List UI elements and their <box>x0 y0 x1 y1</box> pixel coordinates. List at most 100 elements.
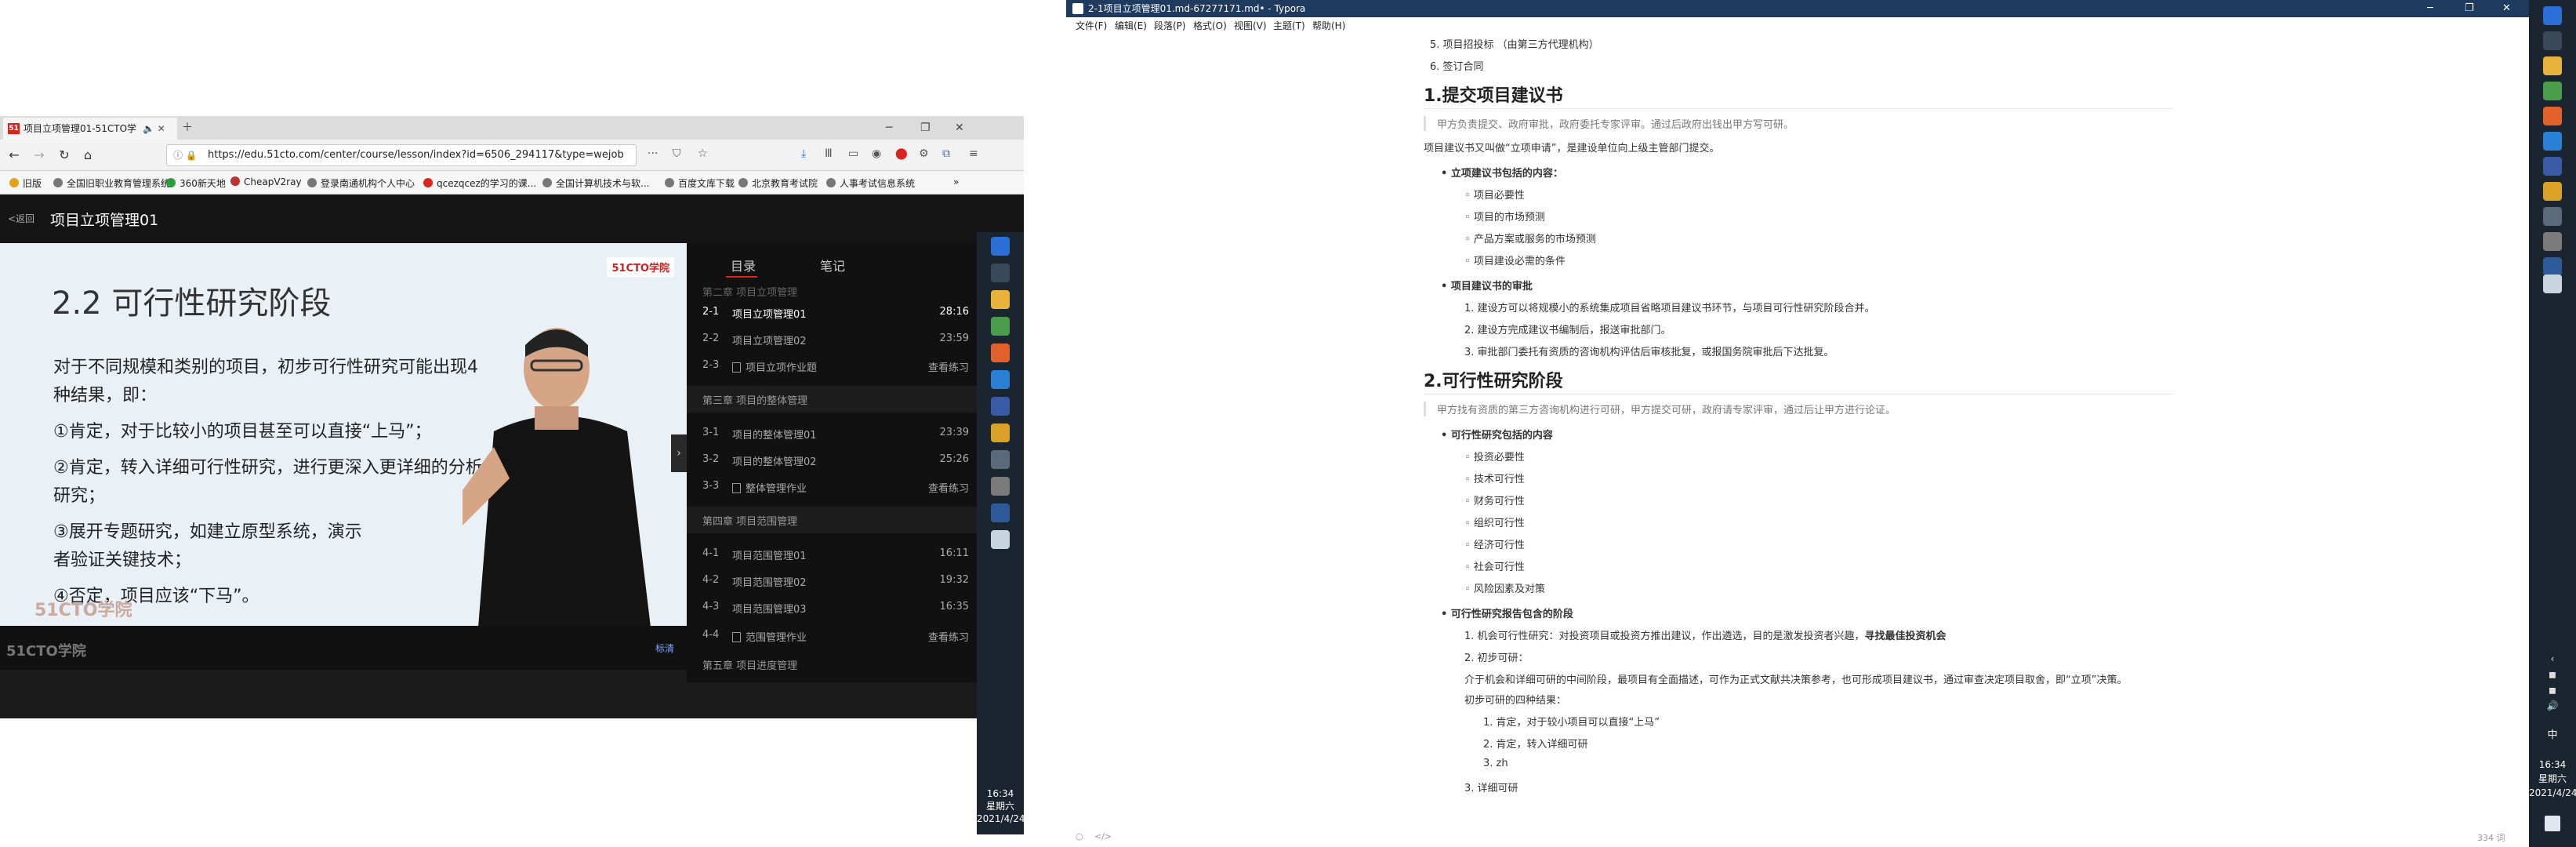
page-actions-icon[interactable]: ··· <box>648 147 658 160</box>
app-icon[interactable] <box>991 450 1010 469</box>
app-icon[interactable] <box>991 477 1010 496</box>
restore-icon[interactable]: ❐ <box>2465 0 2474 17</box>
lesson-row[interactable]: 4-2 项目范围管理02 19:32 <box>702 569 969 593</box>
minimize-icon[interactable]: ─ <box>2427 0 2433 17</box>
forward-icon[interactable]: → <box>30 146 49 165</box>
bookmark-item[interactable]: 百度文库下载 <box>665 176 735 190</box>
bookmark-item[interactable]: qcezqcez的学习的课... <box>423 176 536 190</box>
lesson-row[interactable]: 4-1 项目范围管理01 16:11 <box>702 543 969 566</box>
quality-button[interactable]: 标清 <box>655 642 674 655</box>
back-link[interactable]: <返回 <box>8 212 34 225</box>
window-title: 2-1项目立项管理01.md-67277171.md• - Typora <box>1088 3 1306 14</box>
exercise-row[interactable]: 4-4 范围管理作业 查看练习 <box>702 624 969 648</box>
app-icon[interactable] <box>2543 182 2562 201</box>
list-item: 6. 签订合同 <box>1430 61 1484 73</box>
start-icon[interactable] <box>2543 6 2562 25</box>
app-icon[interactable] <box>991 317 1010 336</box>
source-mode-icon[interactable]: </> <box>1094 831 1112 842</box>
collapse-playlist-icon[interactable]: › <box>671 434 687 472</box>
menu-paragraph[interactable]: 段落(P) <box>1154 17 1186 35</box>
typora-icon[interactable] <box>2543 274 2562 293</box>
exercise-row[interactable]: 2-3 项目立项作业题 查看练习 <box>702 354 969 378</box>
bookmark-item[interactable]: 人事考试信息系统 <box>826 176 915 190</box>
slide-line: 种结果，即： <box>53 386 158 405</box>
browser-tab[interactable]: 51 项目立项管理01-51CTO学 🔈 ✕ <box>3 118 177 140</box>
sub-bullet: ◦ 财务可行性 <box>1464 496 1525 507</box>
tray-icons[interactable]: ‹ ◼ ◼ 🔊 <box>2545 651 2560 714</box>
app-icon[interactable] <box>2543 257 2562 276</box>
pocket-icon[interactable]: ⛉ <box>673 147 681 160</box>
bookmark-item[interactable]: 登录南通机构个人中心 <box>307 176 415 190</box>
sidebar-icon[interactable]: ▭ <box>848 147 858 160</box>
video-control-bar[interactable]: 51CTO学院 标清 <box>0 626 687 670</box>
bookmark-item[interactable]: 旧版 <box>9 176 42 190</box>
bookmark-star-icon[interactable]: ☆ <box>698 147 708 160</box>
bullet-bold: • 立项建议书包括的内容： <box>1441 168 1563 180</box>
url-input[interactable]: ⓘ 🔒 https://edu.51cto.com/center/course/… <box>166 144 637 166</box>
lesson-row[interactable]: 2-1 项目立项管理01 28:16 <box>702 301 969 325</box>
menu-icon[interactable]: ≡ <box>969 147 978 160</box>
lesson-row[interactable]: 3-1 项目的整体管理01 23:39 <box>702 422 969 445</box>
translate-icon[interactable]: ⧉ <box>942 147 950 160</box>
lesson-row[interactable]: 2-2 项目立项管理02 23:59 <box>702 328 969 351</box>
close-icon[interactable]: ✕ <box>2502 0 2511 17</box>
firefox-icon[interactable] <box>991 344 1010 362</box>
tab-notes[interactable]: 笔记 <box>820 256 845 274</box>
start-icon[interactable] <box>991 237 1010 256</box>
app-icon[interactable] <box>2543 157 2562 176</box>
download-icon[interactable]: ⤓ <box>801 147 806 160</box>
search-icon[interactable] <box>2543 31 2562 50</box>
tab-catalog[interactable]: 目录 <box>731 256 756 274</box>
bookmark-item[interactable]: 全国计算机技术与软... <box>542 176 649 190</box>
lesson-row[interactable]: 4-3 项目范围管理03 16:35 <box>702 596 969 620</box>
presenter-image <box>463 328 651 626</box>
restore-icon[interactable]: ❐ <box>920 116 931 140</box>
typora-icon[interactable] <box>991 530 1010 549</box>
bookmark-item[interactable]: CheapV2ray <box>230 176 302 187</box>
menu-format[interactable]: 格式(O) <box>1193 17 1227 35</box>
app-icon[interactable] <box>2543 207 2562 226</box>
app-icon[interactable] <box>2543 132 2562 151</box>
outline-toggle-icon[interactable]: ○ <box>1076 831 1083 842</box>
back-icon[interactable]: ← <box>5 146 24 165</box>
video-player[interactable]: 2.2 可行性研究阶段 51CTO学院 对于不同规模和类别的项目，初步可行性研究… <box>0 243 687 626</box>
markdown-document[interactable]: 5. 项目招投标 （由第三方代理机构） 6. 签订合同 1.提交项目建议书 甲方… <box>1066 35 2529 827</box>
exercise-row[interactable]: 3-3 整体管理作业 查看练习 <box>702 475 969 499</box>
bookmarks-overflow-icon[interactable]: » <box>953 176 959 187</box>
bookmark-item[interactable]: 北京教育考试院 <box>738 176 818 190</box>
menu-help[interactable]: 帮助(H) <box>1312 17 1345 35</box>
close-icon[interactable]: ✕ <box>955 116 964 140</box>
lesson-row[interactable]: 3-2 项目的整体管理02 25:26 <box>702 449 969 472</box>
menu-file[interactable]: 文件(F) <box>1076 17 1107 35</box>
menu-view[interactable]: 视图(V) <box>1234 17 1267 35</box>
reload-icon[interactable]: ↻ <box>55 146 74 165</box>
menu-theme[interactable]: 主题(T) <box>1273 17 1305 35</box>
url-text: https://edu.51cto.com/center/course/less… <box>208 149 624 161</box>
app-icon[interactable] <box>2543 82 2562 100</box>
search-icon[interactable] <box>991 264 1010 282</box>
extension-icon[interactable]: ⚙ <box>919 147 929 160</box>
bookmark-item[interactable]: 360新天地 <box>166 176 226 190</box>
home-icon[interactable]: ⌂ <box>78 146 97 165</box>
app-icon[interactable] <box>991 370 1010 389</box>
new-tab-button[interactable]: ＋ <box>182 116 193 140</box>
explorer-icon[interactable] <box>2543 56 2562 75</box>
explorer-icon[interactable] <box>991 290 1010 309</box>
system-clock[interactable]: 16:34 星期六 2021/4/24 <box>2529 758 2576 800</box>
library-icon[interactable]: Ⅲ <box>825 147 833 160</box>
minimize-icon[interactable]: ─ <box>886 116 892 140</box>
app-icon[interactable] <box>2543 232 2562 251</box>
tab-audio-close-icons[interactable]: 🔈 ✕ <box>143 118 165 140</box>
menu-edit[interactable]: 编辑(E) <box>1115 17 1147 35</box>
word-count[interactable]: 334 词 <box>2477 831 2505 844</box>
app-icon[interactable] <box>991 424 1010 442</box>
bookmark-item[interactable]: 全国旧职业教育管理系统 <box>53 176 170 190</box>
system-clock[interactable]: 16:34 星期六 2021/4/24 <box>977 787 1025 825</box>
adblock-icon[interactable]: ⬤ <box>895 147 908 160</box>
ime-indicator[interactable]: 中 <box>2529 726 2576 741</box>
account-icon[interactable]: ◉ <box>872 147 881 160</box>
firefox-icon[interactable] <box>2543 107 2562 125</box>
app-icon[interactable] <box>991 503 1010 522</box>
notification-icon[interactable] <box>2545 816 2560 831</box>
app-icon[interactable] <box>991 397 1010 416</box>
